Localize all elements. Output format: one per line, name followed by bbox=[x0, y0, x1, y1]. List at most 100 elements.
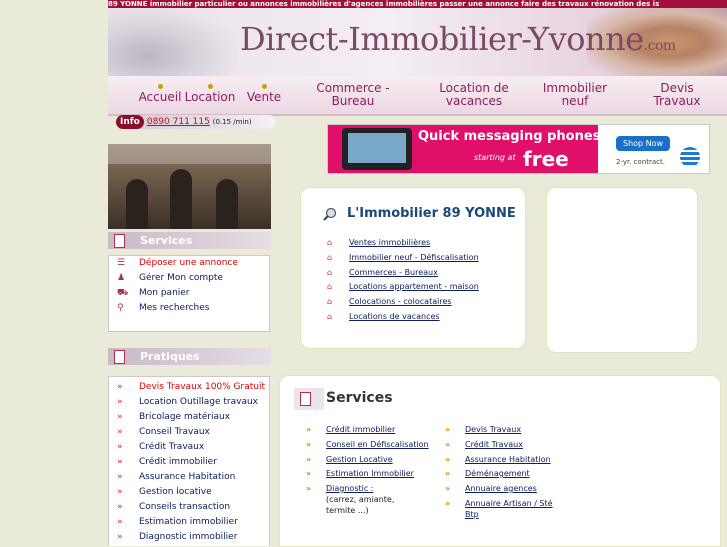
double-arrow-icon: » bbox=[306, 440, 312, 449]
link-ventes[interactable]: ⌂ Ventes immobilières bbox=[327, 238, 430, 247]
arrow-icon: » bbox=[117, 412, 123, 422]
house-icon: ⌂ bbox=[327, 312, 333, 321]
ad-shop-now-button[interactable]: Shop Now bbox=[616, 136, 671, 151]
svc-diagnostic-note: (carrez, amiante, termite ...) bbox=[326, 495, 395, 515]
user-icon: ♟ bbox=[117, 273, 126, 283]
banner-ghost-image bbox=[108, 8, 238, 76]
nav-bullet-icon bbox=[207, 84, 213, 89]
nav-vente[interactable]: Vente bbox=[240, 84, 288, 104]
svc-estimation[interactable]: » Estimation Immobilier bbox=[306, 468, 414, 479]
link-vacances[interactable]: ⌂ Locations de vacances bbox=[327, 312, 440, 321]
church-arch bbox=[170, 169, 192, 229]
arrow-icon: » bbox=[117, 457, 123, 467]
house-icon: ⌂ bbox=[327, 238, 333, 247]
svc-diagnostic[interactable]: » Diagnostic : bbox=[306, 483, 374, 494]
services-panel: Services » Crédit immobilier » Conseil en … bbox=[279, 375, 721, 547]
nav-bullet-icon bbox=[261, 84, 267, 89]
nav-bullet-icon bbox=[157, 84, 163, 89]
sidebar-item-credit-immobilier[interactable]: » Crédit immobilier bbox=[109, 455, 269, 470]
sidebar-item-gestion[interactable]: » Gestion locative bbox=[109, 485, 269, 500]
svc-credit-immobilier[interactable]: » Crédit immobilier bbox=[306, 424, 395, 435]
document-icon bbox=[300, 392, 311, 406]
header-banner: Direct-Immobilier-Yvonne.com bbox=[108, 8, 727, 76]
phone-number[interactable]: 0890 711 115 bbox=[147, 117, 210, 127]
search-icon: ⚲ bbox=[117, 303, 124, 313]
services-icon-bg bbox=[294, 388, 324, 410]
svc-assurance[interactable]: » Assurance Habitation bbox=[445, 454, 551, 465]
ad-contract-text: 2-yr. contract. bbox=[616, 158, 665, 166]
arrow-icon: » bbox=[117, 472, 123, 482]
sidebar-pratiques-box: » Devis Travaux 100% Gratuit » Location Ou… bbox=[108, 376, 270, 546]
ad-headline: Quick messaging phones bbox=[418, 129, 601, 144]
svc-annuaire-artisan[interactable]: » Annuaire Artisan / Sté Btp bbox=[445, 498, 553, 520]
link-immobilier-neuf[interactable]: ⌂ Immobilier neuf - Défiscalisation bbox=[327, 253, 479, 262]
double-arrow-icon: » bbox=[445, 469, 451, 478]
document-icon bbox=[114, 234, 125, 248]
nav-immobilier-neuf[interactable]: Immobilier neuf bbox=[540, 82, 610, 108]
svc-annuaire-agences[interactable]: » Annuaire agences bbox=[445, 483, 537, 494]
arrow-icon: » bbox=[117, 442, 123, 452]
sidebar-item-devis[interactable]: » Devis Travaux 100% Gratuit bbox=[109, 380, 269, 395]
house-icon: ⌂ bbox=[327, 268, 333, 277]
sidebar-pratiques-header: Pratiques bbox=[108, 348, 271, 365]
info-badge: Info bbox=[116, 115, 144, 129]
arrow-icon: » bbox=[117, 487, 123, 497]
link-locations[interactable]: ⌂ Locations appartement - maison bbox=[327, 282, 479, 291]
sidebar-item-transaction[interactable]: » Conseils transaction bbox=[109, 500, 269, 515]
link-colocations[interactable]: ⌂ Colocations - colocataires bbox=[327, 297, 452, 306]
sidebar-item-deposer[interactable]: ☰ Déposer une annonce bbox=[109, 256, 269, 271]
nav-devis-travaux[interactable]: Devis Travaux bbox=[634, 82, 720, 108]
list-icon: ☰ bbox=[117, 258, 126, 268]
sidebar-item-location-outillage[interactable]: » Location Outillage travaux bbox=[109, 395, 269, 410]
arrow-icon: » bbox=[117, 532, 123, 542]
nav-location-vacances[interactable]: Location de vacances bbox=[426, 82, 522, 108]
arrow-icon: » bbox=[117, 427, 123, 437]
double-arrow-icon: » bbox=[306, 469, 312, 478]
services-title: Services bbox=[326, 390, 393, 406]
double-arrow-icon: » bbox=[306, 425, 312, 434]
double-arrow-icon: » bbox=[306, 484, 312, 493]
svc-demenagement[interactable]: » Déménagement bbox=[445, 468, 530, 479]
svc-defiscalisation[interactable]: » Conseil en Défiscalisation bbox=[306, 439, 429, 450]
phone-tarif: (0.15 /min) bbox=[212, 118, 252, 126]
sidebar-item-panier[interactable]: ⛟ Mon panier bbox=[109, 286, 269, 301]
double-arrow-icon: » bbox=[445, 440, 451, 449]
svc-devis-travaux[interactable]: » Devis Travaux bbox=[445, 424, 521, 435]
link-commerces[interactable]: ⌂ Commerces - Bureaux bbox=[327, 268, 438, 277]
magnifier-icon bbox=[323, 207, 337, 221]
house-icon: ⌂ bbox=[327, 282, 333, 291]
cart-icon: ⛟ bbox=[117, 288, 129, 298]
info-phone-bar[interactable]: Info 0890 711 115 (0.15 /min) bbox=[116, 115, 276, 129]
panel-title: L'Immobilier 89 YONNE bbox=[347, 206, 516, 221]
sidebar-services-box: ☰ Déposer une annonce ♟ Gérer Mon compte ⛟… bbox=[108, 255, 270, 332]
att-logo-icon bbox=[680, 147, 700, 167]
sidebar-item-recherches[interactable]: ⚲ Mes recherches bbox=[109, 301, 269, 316]
svc-credit-travaux[interactable]: » Crédit Travaux bbox=[445, 439, 523, 450]
advert-banner[interactable]: Quick messaging phones starting at free … bbox=[327, 124, 710, 174]
nav-commerce-bureau[interactable]: Commerce - Bureau bbox=[308, 82, 398, 108]
sidebar-item-credit-travaux[interactable]: » Crédit Travaux bbox=[109, 440, 269, 455]
sidebar-services-header: Services bbox=[108, 232, 271, 249]
double-arrow-icon: » bbox=[445, 425, 451, 434]
nav-location[interactable]: Location bbox=[182, 84, 238, 104]
svc-gestion-locative[interactable]: » Gestion Locative bbox=[306, 454, 393, 465]
double-arrow-icon: » bbox=[445, 499, 451, 508]
ad-starting-text: starting at bbox=[474, 153, 516, 162]
arrow-icon: » bbox=[117, 517, 123, 527]
sidebar-item-conseil-travaux[interactable]: » Conseil Travaux bbox=[109, 425, 269, 440]
sidebar-item-bricolage[interactable]: » Bricolage matériaux bbox=[109, 410, 269, 425]
ad-phone-image bbox=[342, 128, 412, 170]
sidebar-item-diagnostic[interactable]: » Diagnostic immobilier bbox=[109, 530, 269, 545]
church-arch bbox=[126, 179, 148, 229]
immobilier-links-panel: L'Immobilier 89 YONNE ⌂ Ventes immobilièr… bbox=[300, 187, 526, 349]
site-logo[interactable]: Direct-Immobilier-Yvonne.com bbox=[240, 20, 676, 58]
top-keyword-bar: 89 YONNE immobilier particulier ou annon… bbox=[108, 0, 727, 8]
nav-accueil[interactable]: Accueil bbox=[132, 84, 188, 104]
sidebar-item-assurance[interactable]: » Assurance Habitation bbox=[109, 470, 269, 485]
arrow-icon: » bbox=[117, 502, 123, 512]
sidebar-item-compte[interactable]: ♟ Gérer Mon compte bbox=[109, 271, 269, 286]
house-icon: ⌂ bbox=[327, 297, 333, 306]
double-arrow-icon: » bbox=[445, 484, 451, 493]
document-icon bbox=[114, 350, 125, 364]
sidebar-item-estimation[interactable]: » Estimation immobilier bbox=[109, 515, 269, 530]
